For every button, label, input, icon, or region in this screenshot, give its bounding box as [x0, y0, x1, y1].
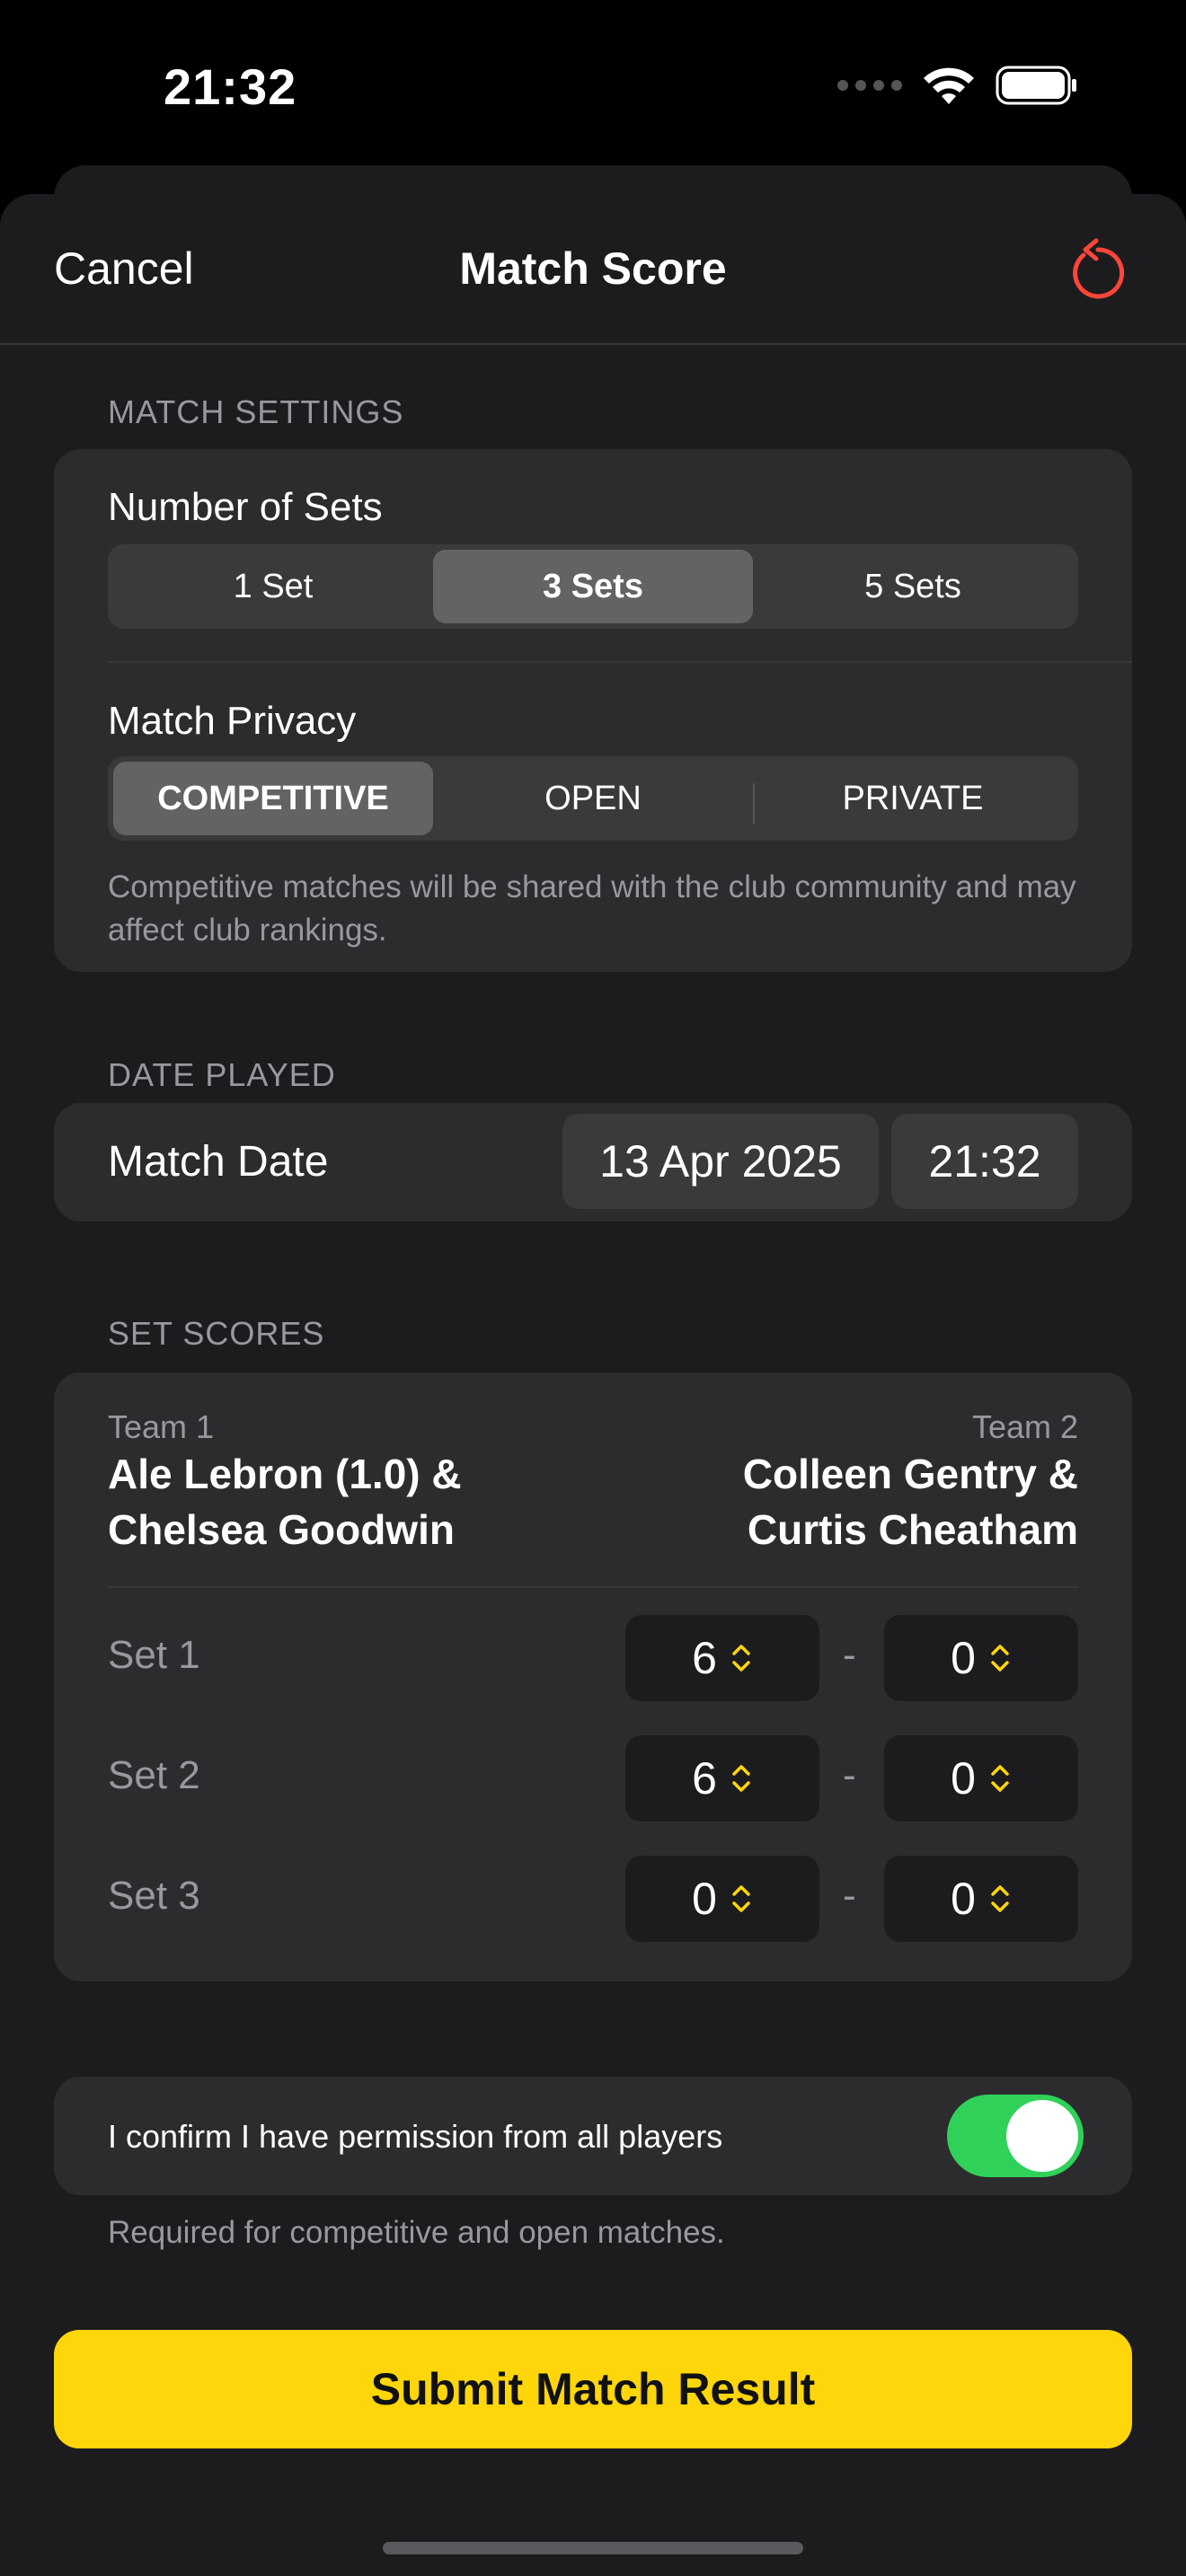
segment-5-sets[interactable]: 5 Sets	[753, 550, 1073, 623]
team1-names: Ale Lebron (1.0) & Chelsea Goodwin	[108, 1446, 462, 1557]
permission-toggle[interactable]	[947, 2095, 1084, 2177]
team1-player2: Chelsea Goodwin	[108, 1506, 455, 1553]
date-picker-button[interactable]: 13 Apr 2025	[562, 1114, 879, 1209]
nav-bar: Match Score Cancel	[0, 194, 1186, 345]
status-icons	[837, 65, 1078, 106]
set-2-label: Set 2	[108, 1753, 200, 1797]
set-2-team1-stepper[interactable]: 6	[625, 1735, 819, 1822]
score-separator: -	[843, 1874, 856, 1918]
set-1-team2-stepper[interactable]: 0	[884, 1615, 1078, 1701]
score-separator: -	[843, 1753, 856, 1797]
match-privacy-label: Match Privacy	[108, 699, 357, 743]
divider	[108, 661, 1132, 663]
permission-label: I confirm I have permission from all pla…	[108, 2118, 723, 2155]
submit-match-result-button[interactable]: Submit Match Result	[54, 2330, 1132, 2448]
chevron-up-down-icon	[732, 1765, 750, 1792]
cancel-button[interactable]: Cancel	[54, 243, 194, 295]
set-1-team1-score: 6	[692, 1633, 717, 1683]
counterclockwise-arrow-icon[interactable]	[1064, 234, 1132, 302]
cellular-signal-icon	[837, 80, 902, 91]
segment-1-set[interactable]: 1 Set	[113, 550, 433, 623]
segment-3-sets[interactable]: 3 Sets	[433, 550, 753, 623]
team2-label: Team 2	[971, 1408, 1078, 1445]
set-1-team2-score: 0	[951, 1633, 976, 1683]
set-3-label: Set 3	[108, 1874, 200, 1918]
set-1-label: Set 1	[108, 1633, 200, 1677]
team1-label: Team 1	[108, 1408, 215, 1445]
number-of-sets-label: Number of Sets	[108, 485, 383, 529]
wifi-icon	[924, 67, 974, 104]
battery-icon	[996, 66, 1076, 105]
set-2-team2-score: 0	[951, 1753, 976, 1804]
permission-card: I confirm I have permission from all pla…	[54, 2077, 1132, 2195]
toggle-knob	[1006, 2100, 1078, 2172]
date-played-card: Match Date 13 Apr 2025 21:32	[54, 1103, 1132, 1222]
match-settings-card: Number of Sets 1 Set 3 Sets 5 Sets Match…	[54, 449, 1132, 972]
date-played-header: DATE PLAYED	[108, 1056, 336, 1093]
home-indicator	[383, 2542, 803, 2554]
set-3-team1-score: 0	[692, 1874, 717, 1924]
segment-private[interactable]: PRIVATE	[753, 762, 1073, 835]
set-3-team2-stepper[interactable]: 0	[884, 1856, 1078, 1942]
status-bar: 21:32	[0, 0, 1186, 171]
privacy-caption: Competitive matches will be shared with …	[108, 869, 1076, 948]
set-3-team2-score: 0	[951, 1874, 976, 1924]
chevron-up-down-icon	[991, 1765, 1009, 1792]
score-separator: -	[843, 1633, 856, 1677]
team1-player1: Ale Lebron (1.0) &	[108, 1451, 462, 1497]
set-1-team1-stepper[interactable]: 6	[625, 1615, 819, 1701]
set-3-team1-stepper[interactable]: 0	[625, 1856, 819, 1942]
set-2-team1-score: 6	[692, 1753, 717, 1804]
set-scores-card: Team 1 Ale Lebron (1.0) & Chelsea Goodwi…	[54, 1372, 1132, 1981]
status-time: 21:32	[164, 58, 297, 115]
team2-player2: Curtis Cheatham	[747, 1506, 1078, 1553]
chevron-up-down-icon	[732, 1885, 750, 1912]
privacy-segmented-control: COMPETITIVE OPEN PRIVATE	[108, 756, 1078, 841]
team2-names: Colleen Gentry & Curtis Cheatham	[743, 1446, 1078, 1557]
team2-player1: Colleen Gentry &	[742, 1451, 1078, 1497]
segment-competitive[interactable]: COMPETITIVE	[113, 762, 433, 835]
chevron-up-down-icon	[991, 1885, 1009, 1912]
permission-caption: Required for competitive and open matche…	[108, 2215, 725, 2250]
match-score-sheet: Match Score Cancel MATCH SETTINGS Number…	[0, 194, 1186, 2576]
time-picker-button[interactable]: 21:32	[891, 1114, 1078, 1209]
set-scores-header: SET SCORES	[108, 1315, 325, 1352]
match-date-label: Match Date	[108, 1138, 329, 1186]
chevron-up-down-icon	[732, 1645, 750, 1672]
sets-segmented-control: 1 Set 3 Sets 5 Sets	[108, 544, 1078, 629]
segment-open[interactable]: OPEN	[433, 762, 753, 835]
divider	[108, 1586, 1078, 1588]
match-settings-header: MATCH SETTINGS	[108, 393, 404, 430]
set-2-team2-stepper[interactable]: 0	[884, 1735, 1078, 1822]
chevron-up-down-icon	[991, 1645, 1009, 1672]
